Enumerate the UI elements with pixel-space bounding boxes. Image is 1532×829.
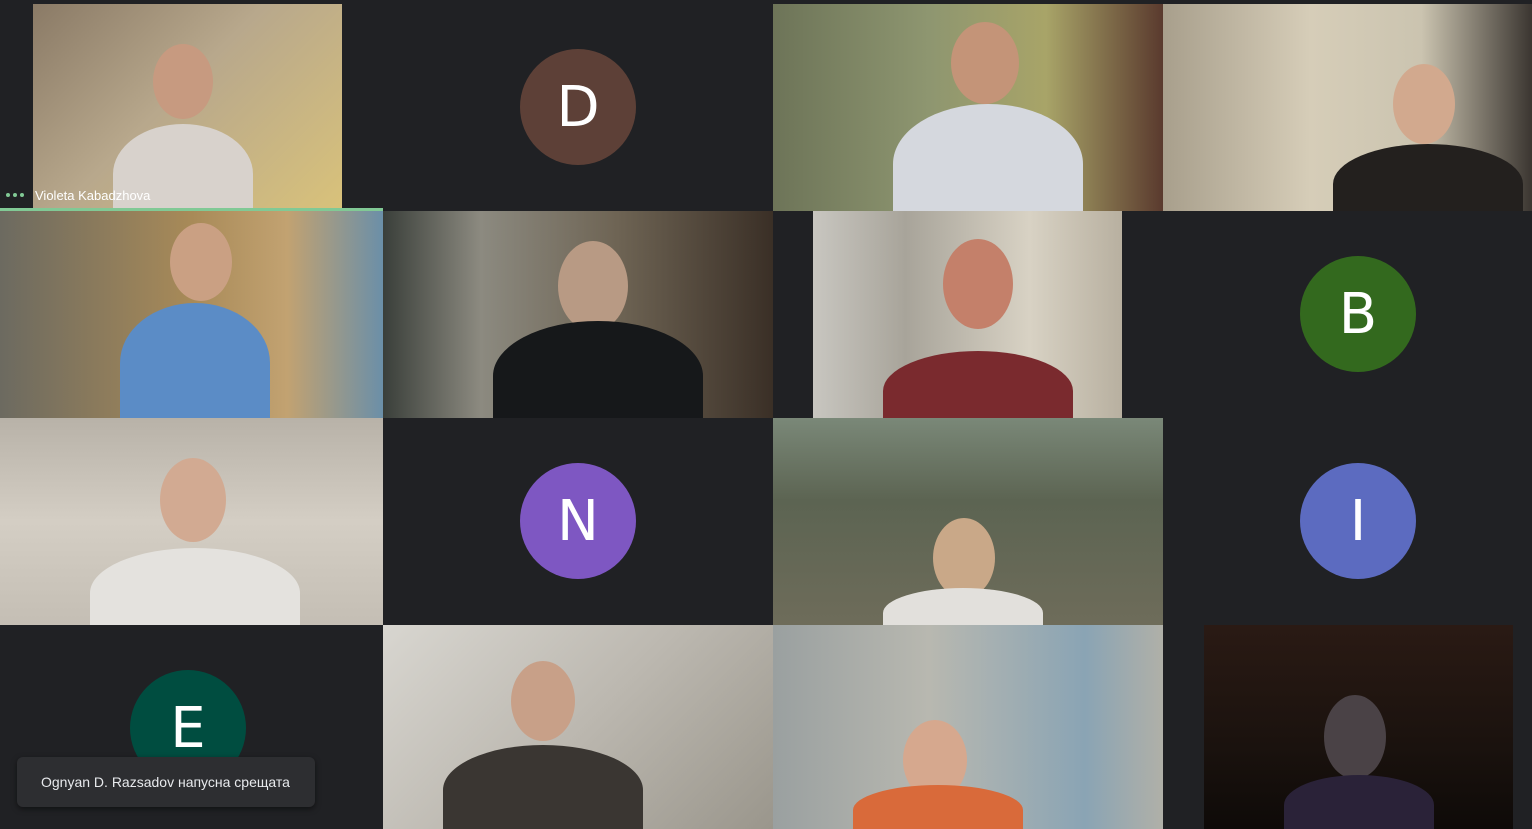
participant-avatar: I	[1300, 463, 1416, 579]
participant-body	[883, 351, 1073, 418]
participant-video	[1204, 625, 1513, 829]
participant-tile-4[interactable]	[1163, 4, 1532, 211]
participant-video	[773, 4, 1163, 211]
participant-head	[558, 241, 628, 331]
avatar-initial: E	[170, 695, 206, 761]
avatar-initial: B	[1338, 281, 1378, 347]
participant-body	[493, 321, 703, 418]
participant-head	[153, 44, 213, 119]
participant-grid: Violeta Kabadzhova D B N I E	[0, 4, 1532, 829]
participant-head	[1393, 64, 1455, 144]
participant-body	[853, 785, 1023, 829]
participant-head	[943, 239, 1013, 329]
toast-message: Ognyan D. Razsadov напусна срещата	[41, 774, 290, 790]
participant-video	[383, 625, 773, 829]
avatar-initial: I	[1349, 488, 1367, 554]
participant-body	[883, 588, 1043, 625]
three-dots-icon	[6, 193, 24, 197]
participant-tile-11[interactable]	[773, 418, 1163, 625]
participant-video	[33, 4, 342, 211]
participant-tile-14[interactable]	[383, 625, 773, 829]
participant-video	[0, 418, 383, 625]
participant-body	[1333, 144, 1523, 211]
participant-avatar: N	[520, 463, 636, 579]
participant-tile-16[interactable]	[1163, 625, 1532, 829]
participant-tile-b[interactable]: B	[1163, 211, 1532, 418]
participant-body	[1284, 775, 1434, 829]
participant-tile-5[interactable]	[0, 211, 383, 418]
participant-tile-n[interactable]: N	[383, 418, 773, 625]
participant-head	[933, 518, 995, 598]
participant-video	[773, 625, 1163, 829]
participant-head	[160, 458, 226, 542]
participant-name-label: Violeta Kabadzhova	[35, 188, 151, 203]
participant-tile-d[interactable]: D	[383, 4, 773, 211]
participant-body	[120, 303, 270, 418]
participant-tile-3[interactable]	[773, 4, 1163, 211]
participant-video	[1163, 4, 1532, 211]
participant-avatar: D	[520, 49, 636, 165]
participant-tile-violeta[interactable]: Violeta Kabadzhova	[0, 4, 383, 211]
participant-tile-9[interactable]	[0, 418, 383, 625]
avatar-initial: N	[557, 488, 599, 554]
participant-video	[813, 211, 1122, 418]
participant-tile-i[interactable]: I	[1163, 418, 1532, 625]
participant-body	[443, 745, 643, 829]
participant-video	[0, 211, 383, 418]
participant-head	[170, 223, 232, 301]
participant-tile-7[interactable]	[773, 211, 1163, 418]
participant-left-toast: Ognyan D. Razsadov напусна срещата	[17, 757, 315, 807]
participant-avatar: B	[1300, 256, 1416, 372]
participant-body	[90, 548, 300, 625]
participant-tile-6[interactable]	[383, 211, 773, 418]
participant-head	[951, 22, 1019, 104]
avatar-initial: D	[556, 74, 600, 140]
participant-video	[383, 211, 773, 418]
participant-tile-15[interactable]	[773, 625, 1163, 829]
participant-body	[893, 104, 1083, 211]
participant-head	[1324, 695, 1386, 779]
participant-video	[773, 418, 1163, 625]
participant-head	[511, 661, 575, 741]
